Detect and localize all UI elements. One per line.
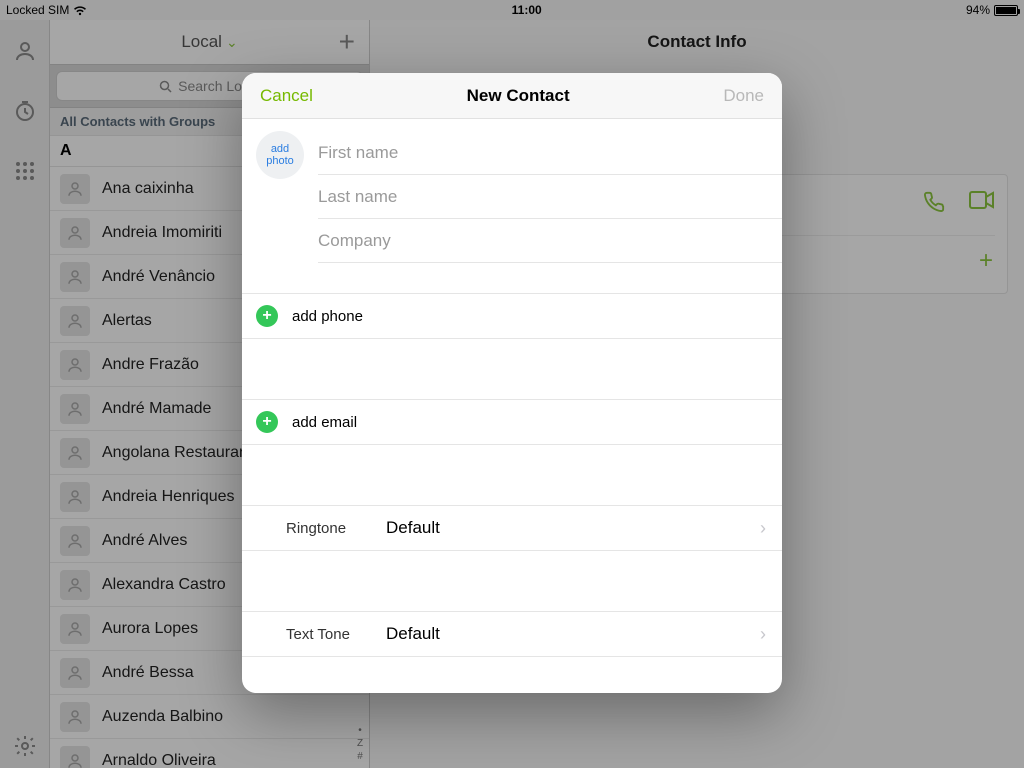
add-phone-label: add phone xyxy=(292,308,363,325)
done-button[interactable]: Done xyxy=(723,86,764,106)
add-phone-row[interactable]: + add phone xyxy=(242,293,782,339)
texttone-value: Default xyxy=(386,624,740,644)
ringtone-label: Ringtone xyxy=(286,520,366,537)
modal-title: New Contact xyxy=(467,86,570,106)
plus-icon: + xyxy=(256,411,278,433)
texttone-row[interactable]: Text Tone Default › xyxy=(242,611,782,657)
chevron-right-icon: › xyxy=(760,624,766,645)
new-contact-modal: Cancel New Contact Done add photo + add … xyxy=(242,73,782,693)
company-field[interactable] xyxy=(318,231,782,251)
chevron-right-icon: › xyxy=(760,518,766,539)
ringtone-row[interactable]: Ringtone Default › xyxy=(242,505,782,551)
add-email-label: add email xyxy=(292,414,357,431)
modal-body: add photo + add phone + add email Ringto… xyxy=(242,119,782,693)
plus-icon: + xyxy=(256,305,278,327)
add-email-row[interactable]: + add email xyxy=(242,399,782,445)
add-photo-label: add photo xyxy=(256,143,304,167)
add-photo-button[interactable]: add photo xyxy=(256,131,304,179)
cancel-button[interactable]: Cancel xyxy=(260,86,313,106)
modal-header: Cancel New Contact Done xyxy=(242,73,782,119)
ringtone-value: Default xyxy=(386,518,740,538)
texttone-label: Text Tone xyxy=(286,626,366,643)
last-name-field[interactable] xyxy=(318,187,782,207)
first-name-field[interactable] xyxy=(318,143,782,163)
